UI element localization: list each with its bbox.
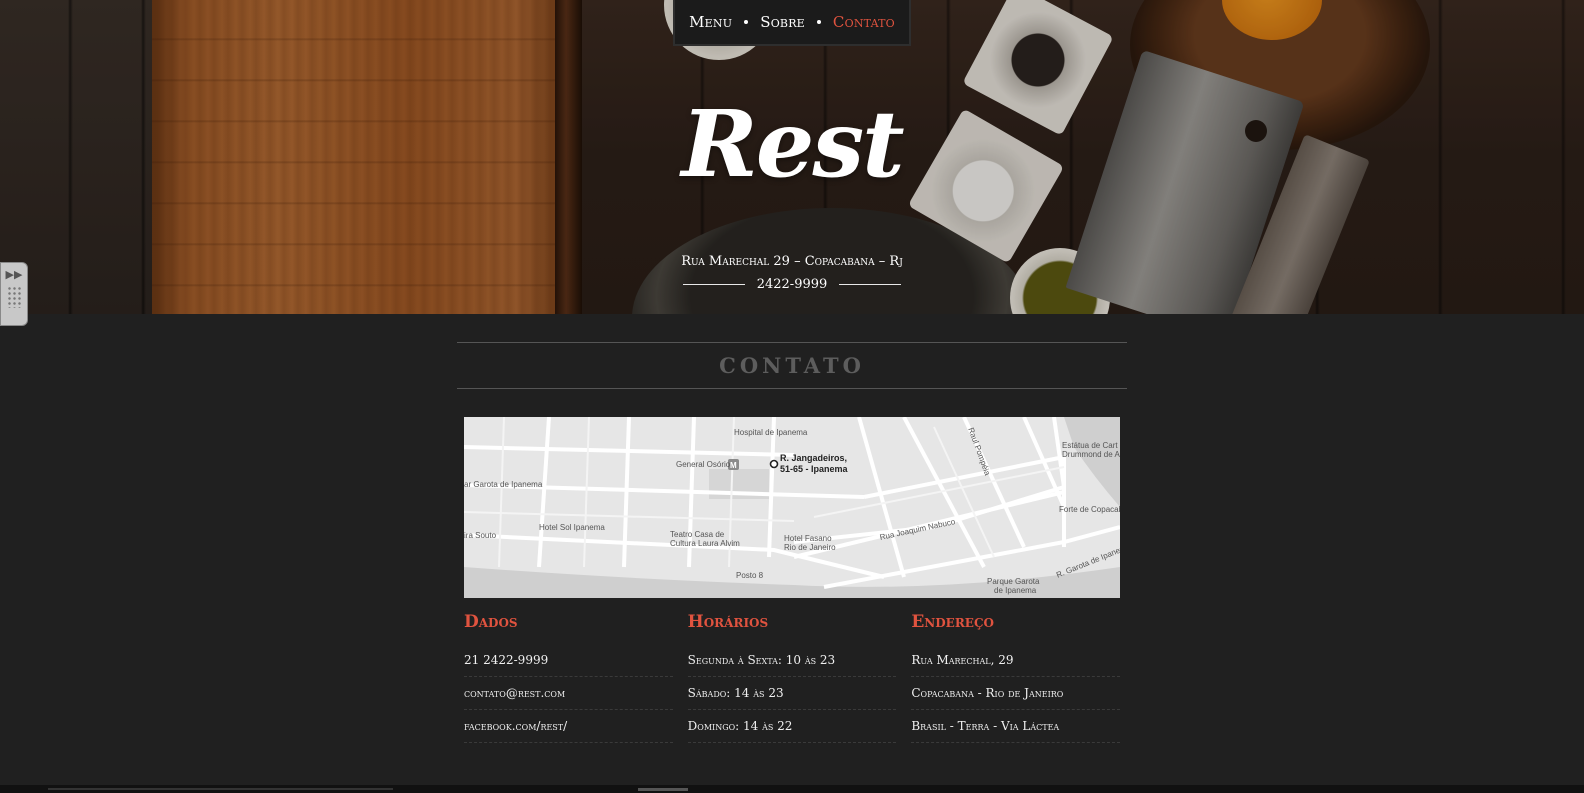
- svg-text:M: M: [730, 461, 737, 470]
- map-label: Cultura Laura Alvim: [670, 539, 740, 548]
- nav-item-contato[interactable]: Contato: [833, 13, 895, 31]
- nav-item-sobre[interactable]: Sobre: [760, 13, 805, 31]
- map-label: Drummond de A: [1062, 450, 1120, 459]
- map-label: Teatro Casa de: [670, 530, 725, 539]
- grip-icon: [7, 286, 21, 308]
- divider: [682, 284, 745, 285]
- nav-separator: [744, 20, 749, 24]
- map-label: ar Garota de Ipanema: [464, 480, 543, 489]
- map-label: Hotel Fasano: [784, 534, 832, 543]
- divider: [839, 284, 902, 285]
- phone-value: 21 2422-9999: [464, 644, 673, 677]
- hero-phone: 2422-9999: [756, 277, 828, 292]
- section-title: CONTATO: [719, 353, 865, 378]
- column-dados: Dados 21 2422-9999 contato@rest.com face…: [464, 612, 673, 743]
- map-label: Rio de Janeiro: [784, 543, 836, 552]
- nav-separator: [816, 20, 821, 24]
- hours-row: Sábado: 14 às 23: [687, 677, 897, 710]
- map-pin-label: 51-65 - Ipanema: [780, 464, 848, 474]
- column-horarios: Horários Segunda à Sexta: 10 às 23 Sábad…: [687, 612, 897, 743]
- side-panel-tab[interactable]: ▶▶: [0, 262, 28, 326]
- column-title: Endereço: [911, 612, 994, 632]
- map-label: ira Souto: [464, 531, 497, 540]
- map-label: Hotel Sol Ipanema: [539, 523, 605, 532]
- contact-columns: Dados 21 2422-9999 contato@rest.com face…: [464, 612, 1121, 743]
- location-map[interactable]: M Hospital de Ipanema General Osório R. …: [464, 417, 1120, 598]
- column-title: Horários: [687, 612, 769, 632]
- main-nav: Menu Sobre Contato: [673, 0, 911, 46]
- section-header: CONTATO: [457, 342, 1127, 389]
- hero-address: Rua Marechal 29 – Copacabana – Rj: [681, 254, 903, 269]
- address-row: Brasil - Terra - Via Láctea: [911, 710, 1121, 743]
- fast-forward-icon: ▶▶: [5, 268, 23, 281]
- map-pin-label: R. Jangadeiros,: [780, 453, 848, 463]
- horizontal-scrollbar[interactable]: [0, 785, 1584, 793]
- address-row: Rua Marechal, 29: [911, 644, 1121, 677]
- map-streets: M: [464, 417, 1120, 598]
- map-label: General Osório: [676, 460, 731, 469]
- address-row: Copacabana - Rio de Janeiro: [911, 677, 1121, 710]
- map-label: Posto 8: [736, 571, 764, 580]
- map-label: Parque Garota: [987, 577, 1040, 586]
- nav-item-menu[interactable]: Menu: [689, 13, 732, 31]
- hours-row: Segunda à Sexta: 10 às 23: [687, 644, 897, 677]
- scrollbar-thumb[interactable]: [638, 788, 688, 791]
- map-label: Hospital de Ipanema: [734, 428, 808, 437]
- facebook-link[interactable]: facebook.com/rest/: [464, 710, 673, 743]
- column-title: Dados: [464, 612, 518, 632]
- site-logo[interactable]: Rest: [0, 90, 1584, 198]
- hero-phone-row: 2422-9999: [0, 277, 1584, 292]
- column-endereco: Endereço Rua Marechal, 29 Copacabana - R…: [911, 612, 1121, 743]
- map-label: Estátua de Cart: [1062, 441, 1118, 450]
- map-label: de Ipanema: [994, 586, 1037, 595]
- map-label: Forte de Copacab: [1059, 505, 1120, 514]
- email-link[interactable]: contato@rest.com: [464, 677, 673, 710]
- hours-row: Domingo: 14 às 22: [687, 710, 897, 743]
